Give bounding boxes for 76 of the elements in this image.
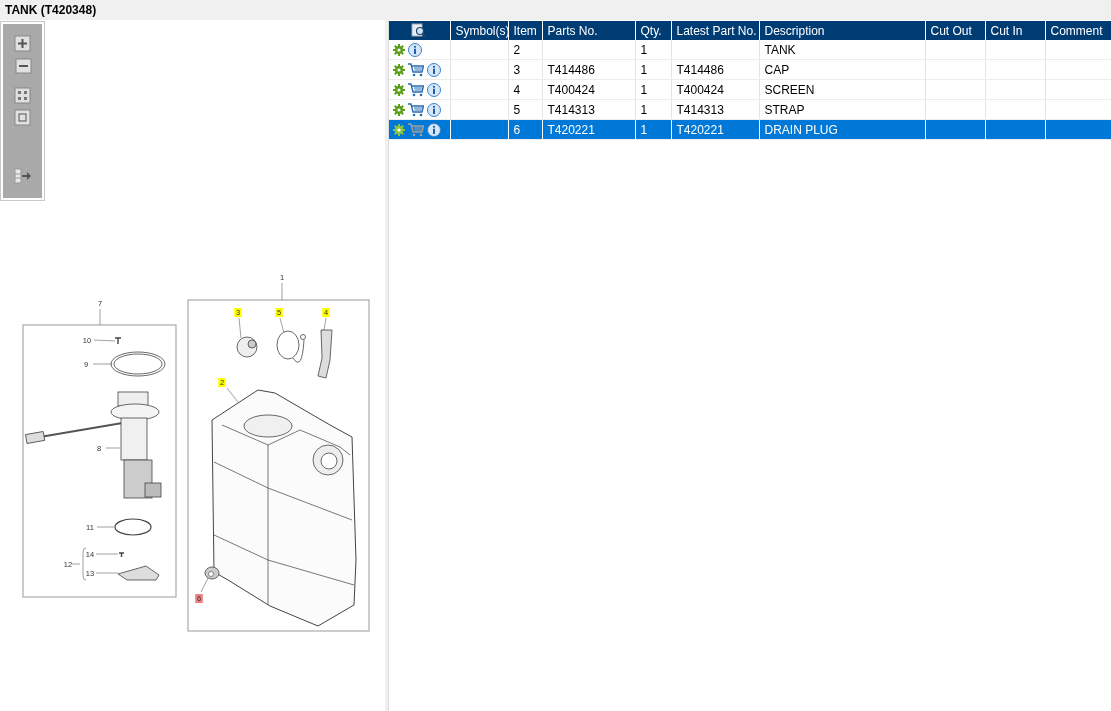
fit-all-button[interactable] xyxy=(13,87,32,105)
table-cell: 1 xyxy=(635,40,671,60)
table-cell: T414486 xyxy=(671,59,759,80)
gear-icon[interactable] xyxy=(393,63,405,76)
gear-icon[interactable] xyxy=(393,103,405,116)
column-header[interactable]: Comment xyxy=(1045,21,1111,40)
table-row[interactable]: 2 1 TANK xyxy=(389,40,1111,60)
leader-line xyxy=(226,387,239,403)
table-cell: 5 xyxy=(508,99,542,120)
table-row[interactable]: 4 T400424 1 T400424 SCREEN xyxy=(389,79,1111,100)
table-cell: T400424 xyxy=(671,79,759,100)
info-icon[interactable] xyxy=(427,102,441,117)
bracket-drawing xyxy=(117,565,160,581)
leader-line xyxy=(95,553,119,555)
table-row[interactable]: 5 T414313 1 T414313 STRAP xyxy=(389,99,1111,120)
ring-drawing xyxy=(114,518,152,536)
zoom-out-button[interactable] xyxy=(13,57,32,75)
info-icon[interactable] xyxy=(427,62,441,77)
cap-drawing xyxy=(236,336,258,358)
table-cell: STRAP xyxy=(759,99,925,120)
leader-line xyxy=(279,317,285,334)
leader-line xyxy=(93,339,116,342)
table-cell: T414486 xyxy=(542,59,635,80)
screen-drawing xyxy=(317,329,333,379)
gear-icon[interactable] xyxy=(393,123,405,136)
column-header[interactable]: Parts No. xyxy=(542,21,635,40)
bracket-line xyxy=(82,547,87,581)
table-cell: SCREEN xyxy=(759,79,925,100)
search-icon[interactable] xyxy=(411,23,428,39)
page-title: TANK (T420348) xyxy=(4,2,97,19)
strap-drawing xyxy=(276,330,306,363)
table-cell: 3 xyxy=(508,59,542,80)
screw-drawing xyxy=(118,552,125,558)
table-cell: CAP xyxy=(759,59,925,80)
gear-icon[interactable] xyxy=(393,43,405,56)
column-header[interactable]: Cut Out xyxy=(925,21,985,40)
leader-line xyxy=(95,572,119,574)
table-cell: TANK xyxy=(759,40,925,60)
info-icon[interactable] xyxy=(427,82,441,97)
zoom-in-button[interactable] xyxy=(13,35,32,53)
cart-icon[interactable] xyxy=(408,62,424,77)
column-header[interactable]: Cut In xyxy=(985,21,1045,40)
drain-plug-drawing xyxy=(204,566,220,580)
leader-line xyxy=(92,363,113,365)
table-cell: 1 xyxy=(635,59,671,80)
export-button[interactable] xyxy=(13,167,32,185)
table-cell: 1 xyxy=(635,79,671,100)
column-header[interactable]: Symbol(s) xyxy=(450,21,508,40)
column-header[interactable]: Item xyxy=(508,21,542,40)
table-row[interactable]: 3 T414486 1 T414486 CAP xyxy=(389,59,1111,80)
leader-line xyxy=(323,317,327,331)
table-cell: T414313 xyxy=(671,99,759,120)
table-cell: 4 xyxy=(508,79,542,100)
column-header[interactable]: Latest Part No. xyxy=(671,21,759,40)
leader-line xyxy=(96,526,115,528)
leader-line xyxy=(281,282,283,301)
column-header[interactable]: Qty. xyxy=(635,21,671,40)
column-header[interactable]: Description xyxy=(759,21,925,40)
leader-line xyxy=(200,577,209,593)
table-row[interactable]: 6 T420221 1 T420221 DRAIN PLUG xyxy=(389,119,1111,140)
table-cell: T414313 xyxy=(542,99,635,120)
leader-line xyxy=(238,317,242,339)
screw-drawing xyxy=(114,337,122,345)
table-cell: 2 xyxy=(508,40,542,60)
info-icon[interactable] xyxy=(408,42,422,57)
gear-icon[interactable] xyxy=(393,83,405,96)
column-header[interactable] xyxy=(389,21,450,40)
ring-drawing xyxy=(110,351,166,377)
info-icon[interactable] xyxy=(427,122,441,137)
leader-line xyxy=(105,447,121,449)
cart-icon[interactable] xyxy=(408,82,424,97)
table-cell: T400424 xyxy=(542,79,635,100)
table-cell: 1 xyxy=(635,99,671,120)
cart-icon[interactable] xyxy=(408,102,424,117)
leader-line xyxy=(71,563,81,565)
leader-line xyxy=(99,308,101,326)
